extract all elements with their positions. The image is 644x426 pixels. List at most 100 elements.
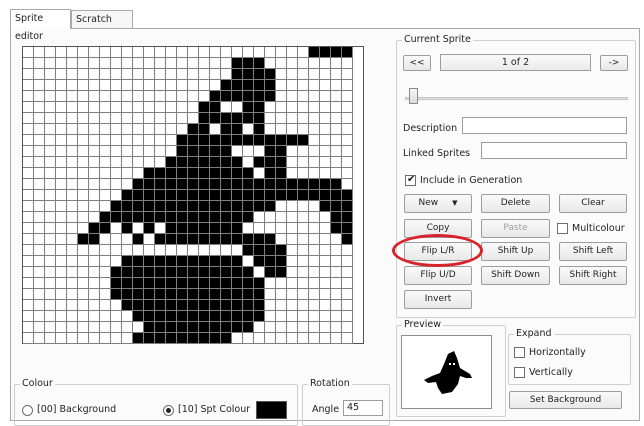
pixel-cell[interactable] <box>309 80 320 91</box>
pixel-cell[interactable] <box>188 256 199 267</box>
pixel-cell[interactable] <box>67 278 78 289</box>
pixel-cell[interactable] <box>331 146 342 157</box>
pixel-cell[interactable] <box>89 135 100 146</box>
pixel-cell[interactable] <box>67 300 78 311</box>
invert-button[interactable]: Invert <box>404 290 472 309</box>
pixel-cell[interactable] <box>34 157 45 168</box>
pixel-cell[interactable] <box>56 47 67 58</box>
pixel-cell[interactable] <box>221 322 232 333</box>
pixel-cell[interactable] <box>221 58 232 69</box>
pixel-cell[interactable] <box>320 234 331 245</box>
linked-sprites-input[interactable] <box>481 142 627 159</box>
pixel-cell[interactable] <box>78 223 89 234</box>
pixel-cell[interactable] <box>144 157 155 168</box>
pixel-cell[interactable] <box>100 102 111 113</box>
pixel-cell[interactable] <box>166 289 177 300</box>
pixel-cell[interactable] <box>133 201 144 212</box>
pixel-cell[interactable] <box>221 47 232 58</box>
pixel-cell[interactable] <box>89 146 100 157</box>
pixel-cell[interactable] <box>67 80 78 91</box>
pixel-cell[interactable] <box>56 289 67 300</box>
pixel-cell[interactable] <box>56 146 67 157</box>
pixel-cell[interactable] <box>23 201 34 212</box>
pixel-cell[interactable] <box>199 69 210 80</box>
pixel-cell[interactable] <box>221 300 232 311</box>
pixel-cell[interactable] <box>199 168 210 179</box>
pixel-cell[interactable] <box>89 124 100 135</box>
expand-vertically-checkbox[interactable] <box>514 367 525 378</box>
pixel-cell[interactable] <box>298 311 309 322</box>
pixel-cell[interactable] <box>144 80 155 91</box>
pixel-cell[interactable] <box>23 245 34 256</box>
pixel-cell[interactable] <box>45 113 56 124</box>
pixel-cell[interactable] <box>331 245 342 256</box>
pixel-cell[interactable] <box>166 278 177 289</box>
pixel-cell[interactable] <box>100 135 111 146</box>
pixel-cell[interactable] <box>309 47 320 58</box>
pixel-cell[interactable] <box>276 267 287 278</box>
pixel-cell[interactable] <box>133 135 144 146</box>
pixel-cell[interactable] <box>89 256 100 267</box>
pixel-cell[interactable] <box>133 245 144 256</box>
pixel-cell[interactable] <box>122 267 133 278</box>
pixel-cell[interactable] <box>232 267 243 278</box>
pixel-cell[interactable] <box>221 212 232 223</box>
pixel-cell[interactable] <box>342 146 353 157</box>
pixel-cell[interactable] <box>122 113 133 124</box>
pixel-cell[interactable] <box>89 201 100 212</box>
pixel-cell[interactable] <box>177 47 188 58</box>
pixel-cell[interactable] <box>254 157 265 168</box>
pixel-cell[interactable] <box>177 146 188 157</box>
pixel-cell[interactable] <box>67 201 78 212</box>
pixel-cell[interactable] <box>331 234 342 245</box>
pixel-cell[interactable] <box>144 201 155 212</box>
pixel-cell[interactable] <box>199 300 210 311</box>
pixel-cell[interactable] <box>166 245 177 256</box>
pixel-cell[interactable] <box>100 311 111 322</box>
pixel-cell[interactable] <box>78 146 89 157</box>
pixel-cell[interactable] <box>45 168 56 179</box>
pixel-cell[interactable] <box>122 168 133 179</box>
pixel-cell[interactable] <box>276 179 287 190</box>
pixel-cell[interactable] <box>188 80 199 91</box>
pixel-cell[interactable] <box>320 190 331 201</box>
pixel-cell[interactable] <box>133 102 144 113</box>
pixel-cell[interactable] <box>144 300 155 311</box>
pixel-cell[interactable] <box>122 201 133 212</box>
pixel-cell[interactable] <box>56 113 67 124</box>
pixel-cell[interactable] <box>56 311 67 322</box>
pixel-cell[interactable] <box>144 168 155 179</box>
pixel-cell[interactable] <box>67 168 78 179</box>
pixel-cell[interactable] <box>23 333 34 344</box>
pixel-cell[interactable] <box>199 212 210 223</box>
pixel-cell[interactable] <box>133 311 144 322</box>
pixel-cell[interactable] <box>243 289 254 300</box>
pixel-cell[interactable] <box>177 80 188 91</box>
pixel-cell[interactable] <box>89 267 100 278</box>
pixel-cell[interactable] <box>89 179 100 190</box>
pixel-cell[interactable] <box>199 234 210 245</box>
pixel-cell[interactable] <box>276 333 287 344</box>
pixel-cell[interactable] <box>232 80 243 91</box>
pixel-cell[interactable] <box>155 113 166 124</box>
pixel-cell[interactable] <box>100 168 111 179</box>
pixel-cell[interactable] <box>155 157 166 168</box>
pixel-cell[interactable] <box>111 179 122 190</box>
pixel-cell[interactable] <box>166 168 177 179</box>
pixel-cell[interactable] <box>298 179 309 190</box>
pixel-cell[interactable] <box>122 333 133 344</box>
pixel-cell[interactable] <box>111 146 122 157</box>
pixel-cell[interactable] <box>45 267 56 278</box>
pixel-cell[interactable] <box>144 333 155 344</box>
pixel-cell[interactable] <box>133 69 144 80</box>
pixel-cell[interactable] <box>45 69 56 80</box>
pixel-cell[interactable] <box>199 80 210 91</box>
pixel-cell[interactable] <box>265 113 276 124</box>
pixel-cell[interactable] <box>298 333 309 344</box>
pixel-cell[interactable] <box>298 91 309 102</box>
pixel-cell[interactable] <box>100 47 111 58</box>
pixel-cell[interactable] <box>199 146 210 157</box>
pixel-cell[interactable] <box>122 289 133 300</box>
pixel-cell[interactable] <box>320 212 331 223</box>
pixel-cell[interactable] <box>276 58 287 69</box>
